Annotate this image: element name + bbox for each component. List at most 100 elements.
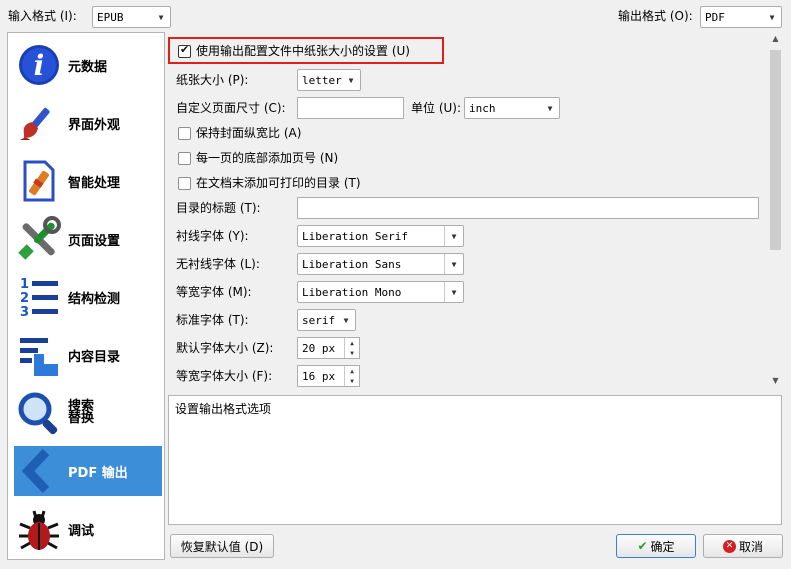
chevron-down-icon: ▼ <box>343 315 349 325</box>
spin-down-icon[interactable]: ▼ <box>345 348 359 358</box>
sidebar-item-structure-detection[interactable]: 123 结构检测 <box>14 272 162 322</box>
custom-size-label: 自定义页面尺寸 (C): <box>176 101 286 115</box>
input-format-label: 输入格式 (I): <box>8 9 77 23</box>
sidebar-item-label: 界面外观 <box>68 117 121 133</box>
brush-icon <box>14 98 64 148</box>
sidebar-item-heuristics[interactable]: 智能处理 <box>14 156 162 206</box>
sidebar-item-look-feel[interactable]: 界面外观 <box>14 98 162 148</box>
sidebar-item-pdf-output[interactable]: PDF 输出 <box>14 446 162 496</box>
mono-font-size-label: 等宽字体大小 (F): <box>176 369 273 383</box>
restore-defaults-button[interactable]: 恢复默认值 (D) <box>170 534 274 558</box>
chevron-down-icon: ▼ <box>158 12 164 22</box>
magnifier-icon <box>14 388 64 438</box>
sidebar-item-label: 页面设置 <box>68 233 121 249</box>
scroll-thumb[interactable] <box>770 50 781 250</box>
unit-value: inch <box>469 101 496 115</box>
keep-aspect-label: 保持封面纵宽比 (A) <box>196 126 302 140</box>
default-font-size-spinbox[interactable]: 20 px ▲ ▼ <box>297 337 360 359</box>
cancel-button[interactable]: ✕ 取消 <box>703 534 783 558</box>
description-box: 设置输出格式选项 <box>168 395 782 525</box>
mono-font-size-spinbox[interactable]: 16 px ▲ ▼ <box>297 365 360 387</box>
sidebar-item-page-setup[interactable]: 页面设置 <box>14 214 162 264</box>
output-format-label: 输出格式 (O): <box>618 9 693 23</box>
svg-text:3: 3 <box>20 305 29 320</box>
paper-size-value: letter <box>302 73 342 87</box>
default-font-size-value: 20 px <box>302 341 336 355</box>
custom-size-input[interactable] <box>297 97 404 119</box>
chevron-down-icon: ▼ <box>547 103 553 113</box>
chevron-down-icon: ▼ <box>348 75 354 85</box>
mono-font-size-value: 16 px <box>302 369 336 383</box>
unit-label: 单位 (U): <box>411 101 462 115</box>
cancel-label: 取消 <box>738 539 763 554</box>
sidebar-item-label: 内容目录 <box>68 349 121 365</box>
default-font-size-label: 默认字体大小 (Z): <box>176 341 274 355</box>
serif-font-value: Liberation Serif <box>302 229 408 243</box>
use-profile-size-checkbox[interactable] <box>178 43 191 58</box>
chevron-down-icon: ▼ <box>444 254 463 274</box>
sidebar-item-label: 元数据 <box>68 59 108 75</box>
input-format-value: EPUB <box>97 10 124 24</box>
svg-text:1: 1 <box>20 277 29 292</box>
output-format-value: PDF <box>705 10 725 24</box>
toc-title-label: 目录的标题 (T): <box>176 201 261 215</box>
settings-sidebar: i 元数据 界面外观 智能处理 页面设置 123 结构检测 内容目录 搜索 替换… <box>7 32 165 560</box>
chevron-down-icon: ▼ <box>444 226 463 246</box>
toc-title-input[interactable] <box>297 197 759 219</box>
sidebar-item-table-of-contents[interactable]: 内容目录 <box>14 330 162 380</box>
unit-select[interactable]: inch ▼ <box>464 97 560 119</box>
sidebar-item-metadata[interactable]: i 元数据 <box>14 40 162 90</box>
svg-text:i: i <box>34 49 45 82</box>
svg-text:2: 2 <box>20 291 29 306</box>
use-profile-size-label: 使用输出配置文件中纸张大小的设置 (U) <box>196 44 410 58</box>
chevron-down-icon: ▼ <box>769 12 775 22</box>
toc-icon <box>14 330 64 380</box>
cancel-icon: ✕ <box>722 539 736 553</box>
spin-down-icon[interactable]: ▼ <box>345 376 359 386</box>
tools-icon <box>14 214 64 264</box>
output-format-select[interactable]: PDF ▼ <box>700 6 782 28</box>
sidebar-item-label: 结构检测 <box>68 291 121 307</box>
ok-label: 确定 <box>650 539 675 554</box>
page-numbers-checkbox[interactable] <box>178 152 191 165</box>
numbered-list-icon: 123 <box>14 272 64 322</box>
sans-font-value: Liberation Sans <box>302 257 402 271</box>
spin-up-icon[interactable]: ▲ <box>345 366 359 376</box>
sidebar-item-label: PDF 输出 <box>68 465 128 481</box>
sidebar-item-search-replace[interactable]: 搜索 替换 <box>14 388 162 438</box>
mono-font-select[interactable]: Liberation Mono ▼ <box>297 281 464 303</box>
description-text: 设置输出格式选项 <box>175 402 272 416</box>
pdf-output-options-panel: 使用输出配置文件中纸张大小的设置 (U) 纸张大小 (P): letter ▼ … <box>168 32 768 392</box>
checkmark-icon: ✔ <box>637 539 648 553</box>
sidebar-item-label: 搜索 替换 <box>68 399 95 426</box>
bug-icon <box>14 504 64 554</box>
options-scrollbar[interactable]: ▲ ▼ <box>768 32 783 392</box>
page-numbers-label: 每一页的底部添加页号 (N) <box>196 151 339 165</box>
standard-font-value: serif <box>302 313 336 327</box>
sidebar-item-label: 智能处理 <box>68 175 121 191</box>
spin-up-icon[interactable]: ▲ <box>345 338 359 348</box>
wand-icon <box>14 156 64 206</box>
back-arrow-icon <box>14 446 64 496</box>
keep-aspect-checkbox[interactable] <box>178 127 191 140</box>
printable-toc-label: 在文档末添加可打印的目录 (T) <box>196 176 361 190</box>
standard-font-select[interactable]: serif ▼ <box>297 309 356 331</box>
scroll-down-icon[interactable]: ▼ <box>768 376 783 390</box>
scroll-up-icon[interactable]: ▲ <box>768 34 783 48</box>
mono-font-value: Liberation Mono <box>302 285 402 299</box>
info-icon: i <box>14 40 64 90</box>
sidebar-item-label: 调试 <box>68 523 95 539</box>
serif-font-select[interactable]: Liberation Serif ▼ <box>297 225 464 247</box>
paper-size-label: 纸张大小 (P): <box>176 73 249 87</box>
sidebar-item-debug[interactable]: 调试 <box>14 504 162 554</box>
paper-size-select[interactable]: letter ▼ <box>297 69 361 91</box>
mono-font-label: 等宽字体 (M): <box>176 285 252 299</box>
restore-defaults-label: 恢复默认值 (D) <box>180 539 264 554</box>
input-format-select[interactable]: EPUB ▼ <box>92 6 171 28</box>
sans-font-select[interactable]: Liberation Sans ▼ <box>297 253 464 275</box>
serif-font-label: 衬线字体 (Y): <box>176 229 249 243</box>
standard-font-label: 标准字体 (T): <box>176 313 249 327</box>
printable-toc-checkbox[interactable] <box>178 177 191 190</box>
chevron-down-icon: ▼ <box>444 282 463 302</box>
ok-button[interactable]: ✔ 确定 <box>616 534 696 558</box>
